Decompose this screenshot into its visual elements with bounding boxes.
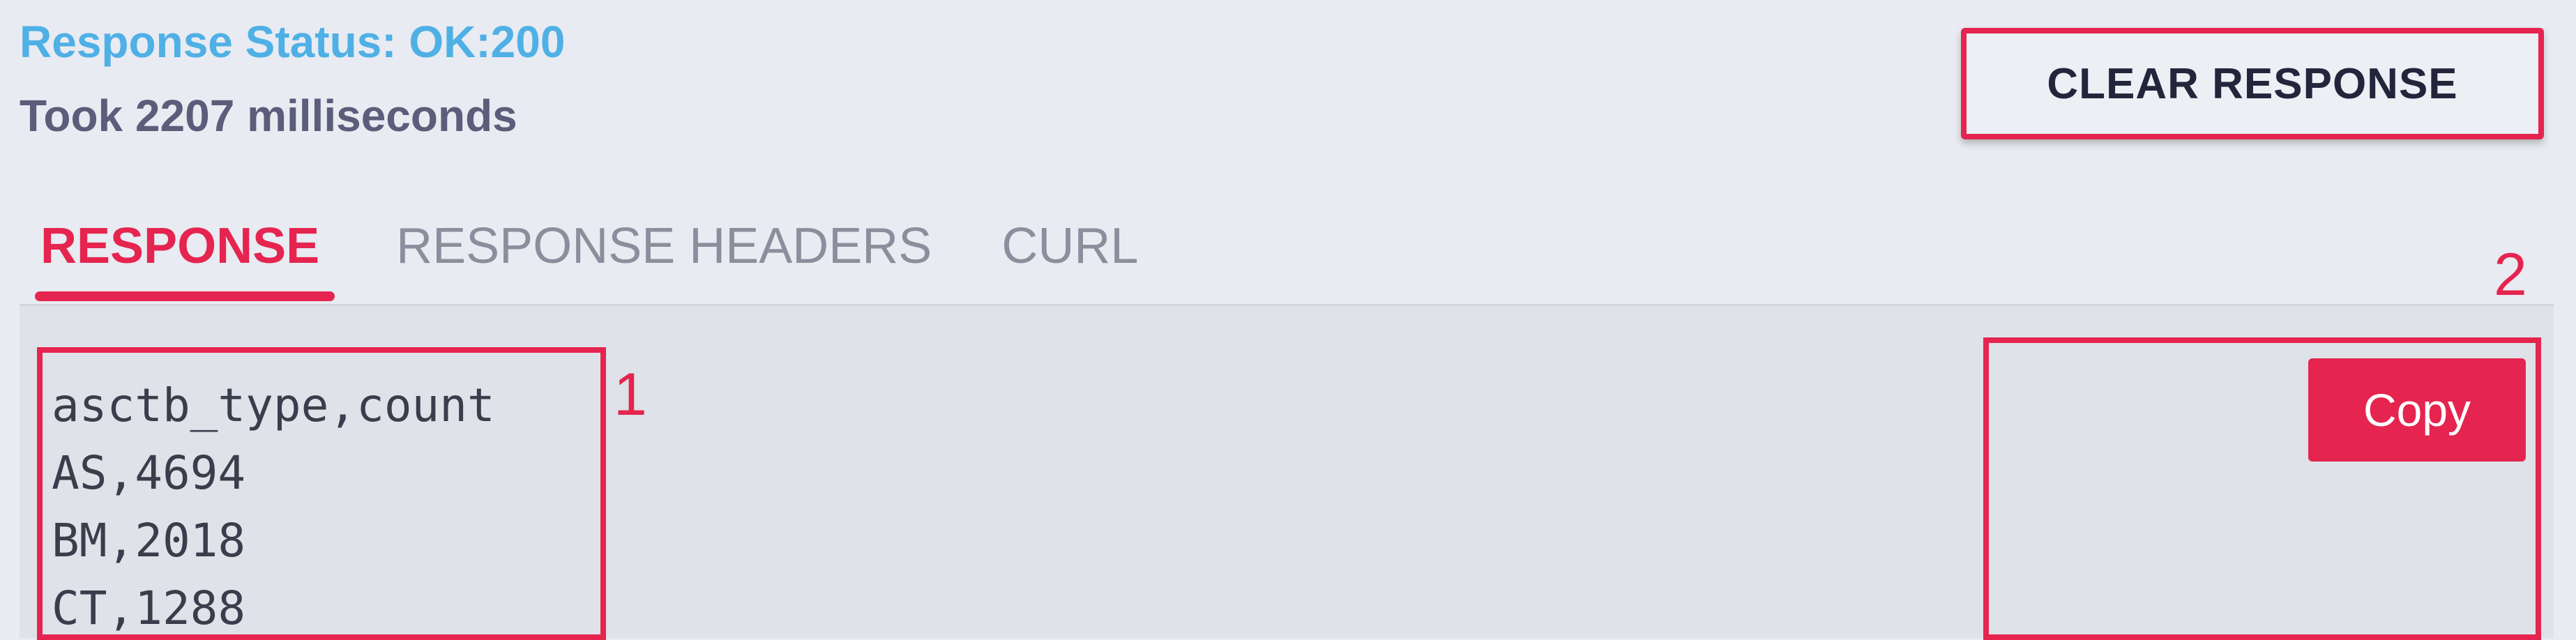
- tab-response-headers[interactable]: RESPONSE HEADERS: [375, 209, 953, 276]
- tab-curl-label: CURL: [1001, 218, 1139, 274]
- tab-response[interactable]: RESPONSE: [20, 209, 340, 301]
- copy-button[interactable]: Copy: [2308, 358, 2526, 462]
- clear-response-button[interactable]: CLEAR RESPONSE: [1961, 28, 2544, 139]
- tab-response-headers-label: RESPONSE HEADERS: [396, 218, 932, 274]
- response-tabs: RESPONSE RESPONSE HEADERS CURL: [20, 209, 1159, 307]
- response-body-panel: asctb_type,count AS,4694 BM,2018 CT,1288…: [20, 245, 2554, 640]
- annotation-box-1: [37, 347, 606, 640]
- active-tab-indicator: [35, 291, 335, 301]
- tab-curl[interactable]: CURL: [980, 209, 1159, 276]
- annotation-marker-2: 2: [2494, 241, 2527, 308]
- annotation-marker-1: 1: [614, 361, 647, 428]
- response-time: Took 2207 milliseconds: [20, 91, 517, 141]
- tab-response-label: RESPONSE: [40, 218, 320, 274]
- response-status: Response Status: OK:200: [20, 17, 566, 67]
